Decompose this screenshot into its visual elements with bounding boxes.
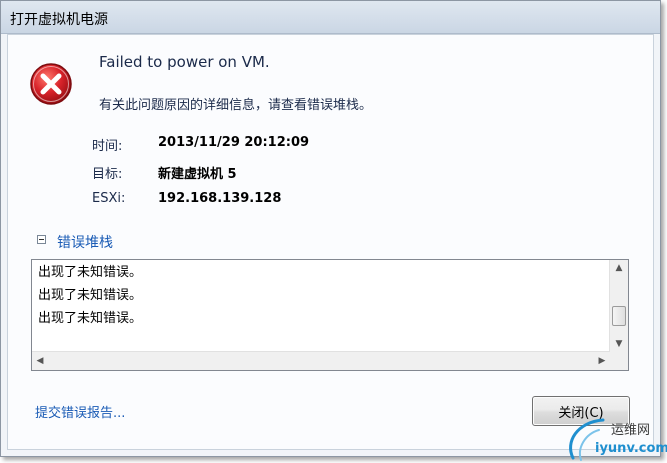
submit-error-report-link[interactable]: 提交错误报告... [35,402,125,421]
error-stack-textbox[interactable]: 出现了未知错误。 出现了未知错误。 出现了未知错误。 ▲ ▼ ◀ ▶ [31,259,629,371]
stack-line: 出现了未知错误。 [38,288,143,303]
host-label: ESXi: [92,191,126,206]
host-value: 192.168.139.128 [158,191,282,206]
time-value: 2013/11/29 20:12:09 [158,135,310,150]
watermark-domain: iyunv.com [595,441,667,456]
error-x-icon [30,63,72,105]
time-label: 时间: [92,139,123,154]
collapse-minus-icon[interactable] [37,235,46,244]
window-title: 打开虚拟机电源 [10,12,108,28]
watermark-site-name: 运维网 [611,423,651,438]
error-headline: Failed to power on VM. [99,53,270,71]
scrollbar-corner [610,352,628,370]
title-bar[interactable]: 打开虚拟机电源 [1,1,660,34]
target-value: 新建虚拟机 5 [158,167,237,182]
scroll-down-arrow-icon[interactable]: ▼ [610,336,628,352]
scroll-right-arrow-icon[interactable]: ▶ [594,352,610,370]
error-subline: 有关此问题原因的详细信息，请查看错误堆栈。 [99,98,373,113]
vertical-scroll-thumb[interactable] [612,306,626,326]
scroll-up-arrow-icon[interactable]: ▲ [610,260,628,276]
stack-line: 出现了未知错误。 [38,311,143,326]
scroll-left-arrow-icon[interactable]: ◀ [32,352,48,370]
stack-lines: 出现了未知错误。 出现了未知错误。 出现了未知错误。 [38,264,142,333]
vertical-scrollbar[interactable]: ▲ ▼ [609,260,628,352]
horizontal-scrollbar[interactable]: ◀ ▶ [32,351,610,370]
stack-line: 出现了未知错误。 [38,265,143,280]
stack-section-title[interactable]: 错误堆栈 [57,232,113,252]
target-label: 目标: [92,167,123,182]
